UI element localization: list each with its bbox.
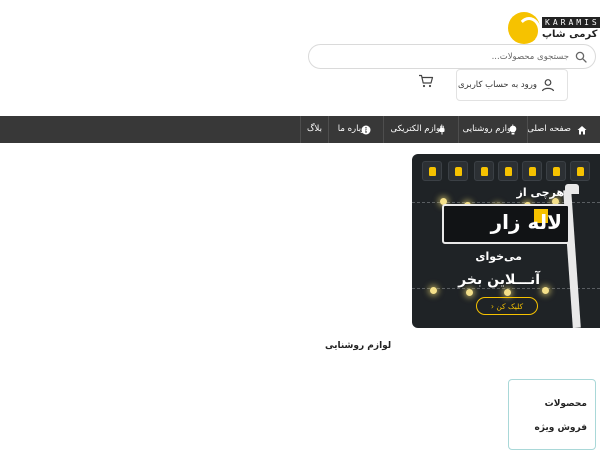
street-sign: لاله زار xyxy=(442,204,570,244)
switch-icon xyxy=(498,161,518,181)
banner-category-icons xyxy=(418,161,600,183)
string-bulb xyxy=(466,289,473,296)
promo-banner[interactable]: هرچی از لاله زار می‌خوای آنـــلاین بخر ک… xyxy=(412,154,600,328)
banner-line1: هرچی از xyxy=(516,186,564,199)
nav-divider xyxy=(300,116,301,143)
home-icon xyxy=(577,126,587,135)
nav-divider xyxy=(458,116,459,143)
logo-latin-text: KARAMIS xyxy=(542,17,600,28)
tube-light-icon xyxy=(448,161,468,181)
search-icon[interactable] xyxy=(575,51,587,63)
led-strip-icon xyxy=(570,161,590,181)
user-icon xyxy=(541,79,555,92)
nav-item-about[interactable]: درباره ما xyxy=(338,116,369,143)
section-title: لوازم روشنایی xyxy=(325,341,392,351)
nav-item-electrical[interactable]: لوازم الکتریکی xyxy=(391,116,443,143)
account-label: ورود به حساب کاربری xyxy=(457,80,537,90)
account-button[interactable]: ورود به حساب کاربری xyxy=(456,69,568,101)
string-bulb xyxy=(542,287,549,294)
nav-item-blog[interactable]: بلاگ xyxy=(307,116,322,143)
banner-cta-button[interactable]: کلیک کن ‹ xyxy=(476,297,538,315)
logo-farsi-text: کرمی شاپ xyxy=(542,29,598,40)
string-bulb xyxy=(504,289,511,296)
nav-divider xyxy=(383,116,384,143)
special-products-title: محصولات فروش ویژه xyxy=(534,399,587,433)
banner-headline: لاله زار xyxy=(490,210,562,234)
nav-divider xyxy=(328,116,329,143)
main-nav: صفحه اصلی لوازم روشنایی لوازم الکتریکی د… xyxy=(0,116,600,143)
ceiling-lamp-icon xyxy=(422,161,442,181)
nav-divider xyxy=(527,116,528,143)
special-products-box[interactable]: محصولات فروش ویژه xyxy=(508,379,596,450)
socket-icon xyxy=(522,161,542,181)
banner-line3: آنـــلاین بخر xyxy=(458,272,540,288)
banner-line2: می‌خوای xyxy=(475,250,522,263)
string-bulb xyxy=(430,287,437,294)
cart-icon[interactable] xyxy=(418,74,434,88)
bulb-icon xyxy=(546,161,566,181)
logo-mark-icon xyxy=(508,12,541,45)
nav-item-lighting[interactable]: لوازم روشنایی xyxy=(463,116,514,143)
plug-icon xyxy=(474,161,494,181)
search-box[interactable] xyxy=(308,44,596,69)
search-input[interactable] xyxy=(319,47,569,67)
nav-item-home[interactable]: صفحه اصلی xyxy=(527,116,571,143)
brand-logo[interactable]: KARAMIS کرمی شاپ xyxy=(508,12,600,45)
